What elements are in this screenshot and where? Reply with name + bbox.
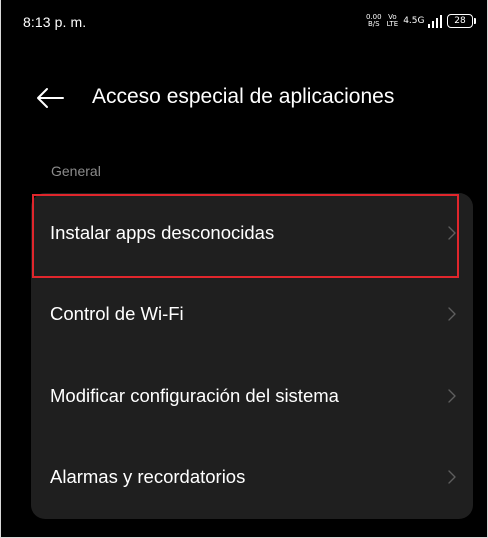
list-item-label: Modificar configuración del sistema — [50, 385, 339, 406]
screen: 8:13 p. m. 0.00 B/S Vo LTE 4.5G 28 Acces… — [0, 0, 488, 538]
battery-level: 28 — [454, 16, 466, 26]
section-label-general: General — [51, 163, 101, 179]
list-item-alarms-reminders[interactable]: Alarmas y recordatorios — [31, 437, 473, 518]
status-bar: 8:13 p. m. 0.00 B/S Vo LTE 4.5G 28 — [1, 0, 487, 54]
header: Acceso especial de aplicaciones — [1, 74, 487, 120]
battery-icon: 28 — [447, 14, 476, 28]
status-icons: 0.00 B/S Vo LTE 4.5G 28 — [366, 10, 476, 32]
status-time: 8:13 p. m. — [23, 14, 87, 30]
volte-bottom-label: LTE — [386, 20, 399, 28]
list-item-modify-system-settings[interactable]: Modificar configuración del sistema — [31, 356, 473, 437]
network-type-label: 4.5G — [403, 16, 425, 26]
list-item-install-unknown-apps[interactable]: Instalar apps desconocidas — [31, 193, 473, 274]
chevron-right-icon — [448, 226, 456, 240]
chevron-right-icon — [448, 389, 456, 403]
network-speed-icon: 0.00 B/S — [366, 14, 382, 28]
list-item-label: Control de Wi-Fi — [50, 303, 184, 324]
arrow-left-icon — [37, 88, 64, 108]
list-item-label: Alarmas y recordatorios — [50, 466, 246, 487]
back-button[interactable] — [35, 80, 71, 116]
page-title: Acceso especial de aplicaciones — [92, 85, 395, 108]
settings-list: Instalar apps desconocidas Control de Wi… — [31, 193, 473, 519]
signal-icon — [427, 14, 442, 28]
chevron-right-icon — [448, 470, 456, 484]
chevron-right-icon — [448, 307, 456, 321]
list-item-label: Instalar apps desconocidas — [50, 222, 275, 243]
list-item-wifi-control[interactable]: Control de Wi-Fi — [31, 274, 473, 355]
network-speed-unit: B/S — [367, 20, 380, 28]
volte-icon: Vo LTE — [387, 14, 399, 28]
